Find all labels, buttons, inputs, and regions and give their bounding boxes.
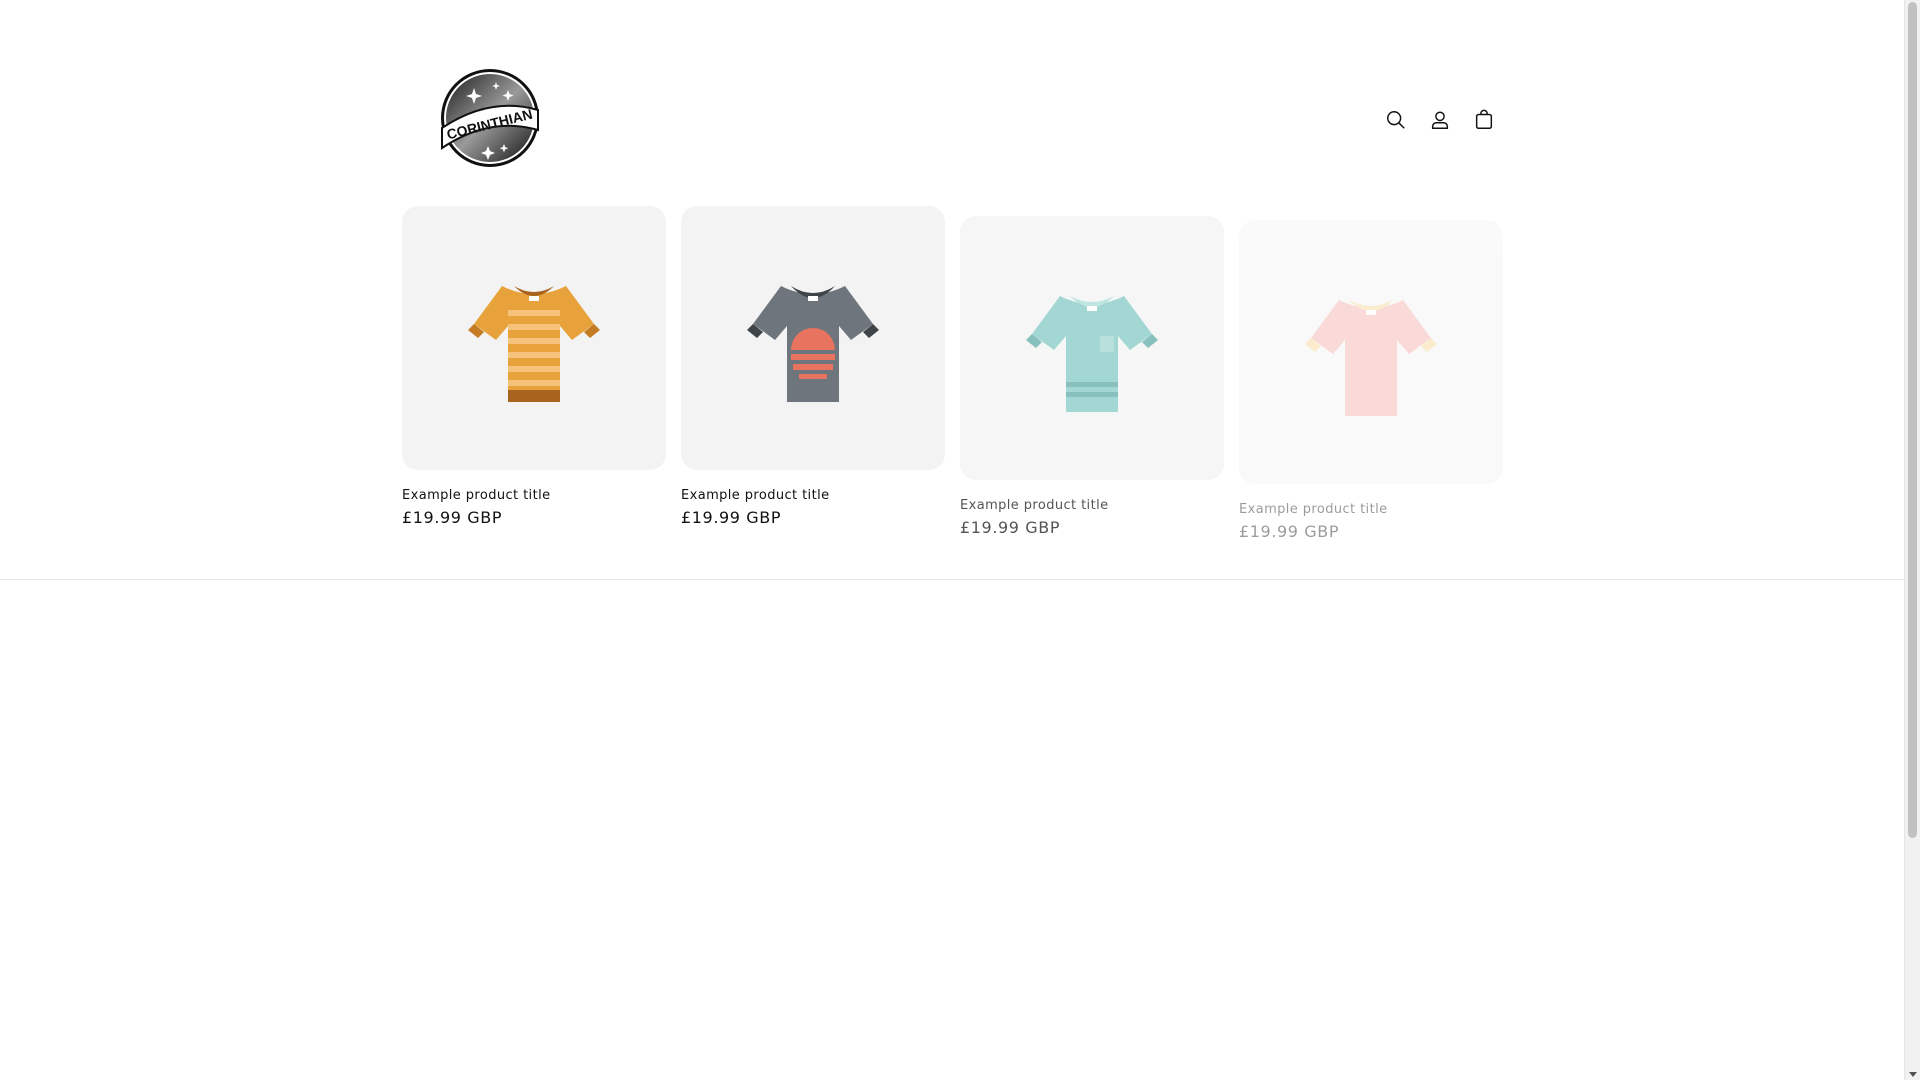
pink-tshirt-icon — [1305, 300, 1437, 416]
scrollbar-thumb[interactable] — [1908, 2, 1917, 838]
orange-striped-tshirt-icon — [468, 286, 600, 402]
product-title[interactable]: Example product title — [681, 487, 945, 505]
product-image[interactable] — [1239, 220, 1503, 484]
product-price: £19.99 GBP — [960, 518, 1061, 537]
product-title[interactable]: Example product title — [402, 487, 666, 505]
product-image[interactable] — [681, 206, 945, 470]
product-title[interactable]: Example product title — [960, 497, 1224, 515]
product-card[interactable]: Example product title £19.99 GBP — [1239, 220, 1503, 543]
vertical-scrollbar[interactable] — [1904, 0, 1920, 1080]
product-image[interactable] — [402, 206, 666, 470]
store-logo-link[interactable]: CORINTHIAN — [438, 66, 542, 170]
teal-pocket-tshirt-icon — [1026, 296, 1158, 412]
search-icon — [1387, 111, 1405, 129]
product-card[interactable]: Example product title £19.99 GBP — [402, 206, 666, 529]
site-header: CORINTHIAN — [402, 50, 1502, 180]
cart-icon — [1475, 109, 1493, 129]
product-price: £19.99 GBP — [681, 508, 782, 527]
page: CORINTHIAN Example product title £19.99 … — [0, 0, 1920, 1080]
corinthian-logo-icon: CORINTHIAN — [441, 69, 539, 167]
product-price: £19.99 GBP — [1239, 522, 1340, 541]
product-card[interactable]: Example product title £19.99 GBP — [681, 206, 945, 529]
account-icon — [1431, 111, 1449, 129]
grey-sunset-tshirt-icon — [747, 286, 879, 402]
scroll-down-arrow-icon[interactable] — [1909, 1072, 1917, 1077]
product-title[interactable]: Example product title — [1239, 501, 1503, 519]
product-card[interactable]: Example product title £19.99 GBP — [960, 216, 1224, 539]
header-icons — [1378, 102, 1502, 138]
footer-divider — [0, 579, 1904, 580]
search-button[interactable] — [1378, 102, 1414, 138]
cart-button[interactable] — [1466, 102, 1502, 138]
product-grid: Example product title £19.99 GBP Example… — [402, 206, 1503, 546]
account-button[interactable] — [1422, 102, 1458, 138]
product-price: £19.99 GBP — [402, 508, 503, 527]
product-image[interactable] — [960, 216, 1224, 480]
